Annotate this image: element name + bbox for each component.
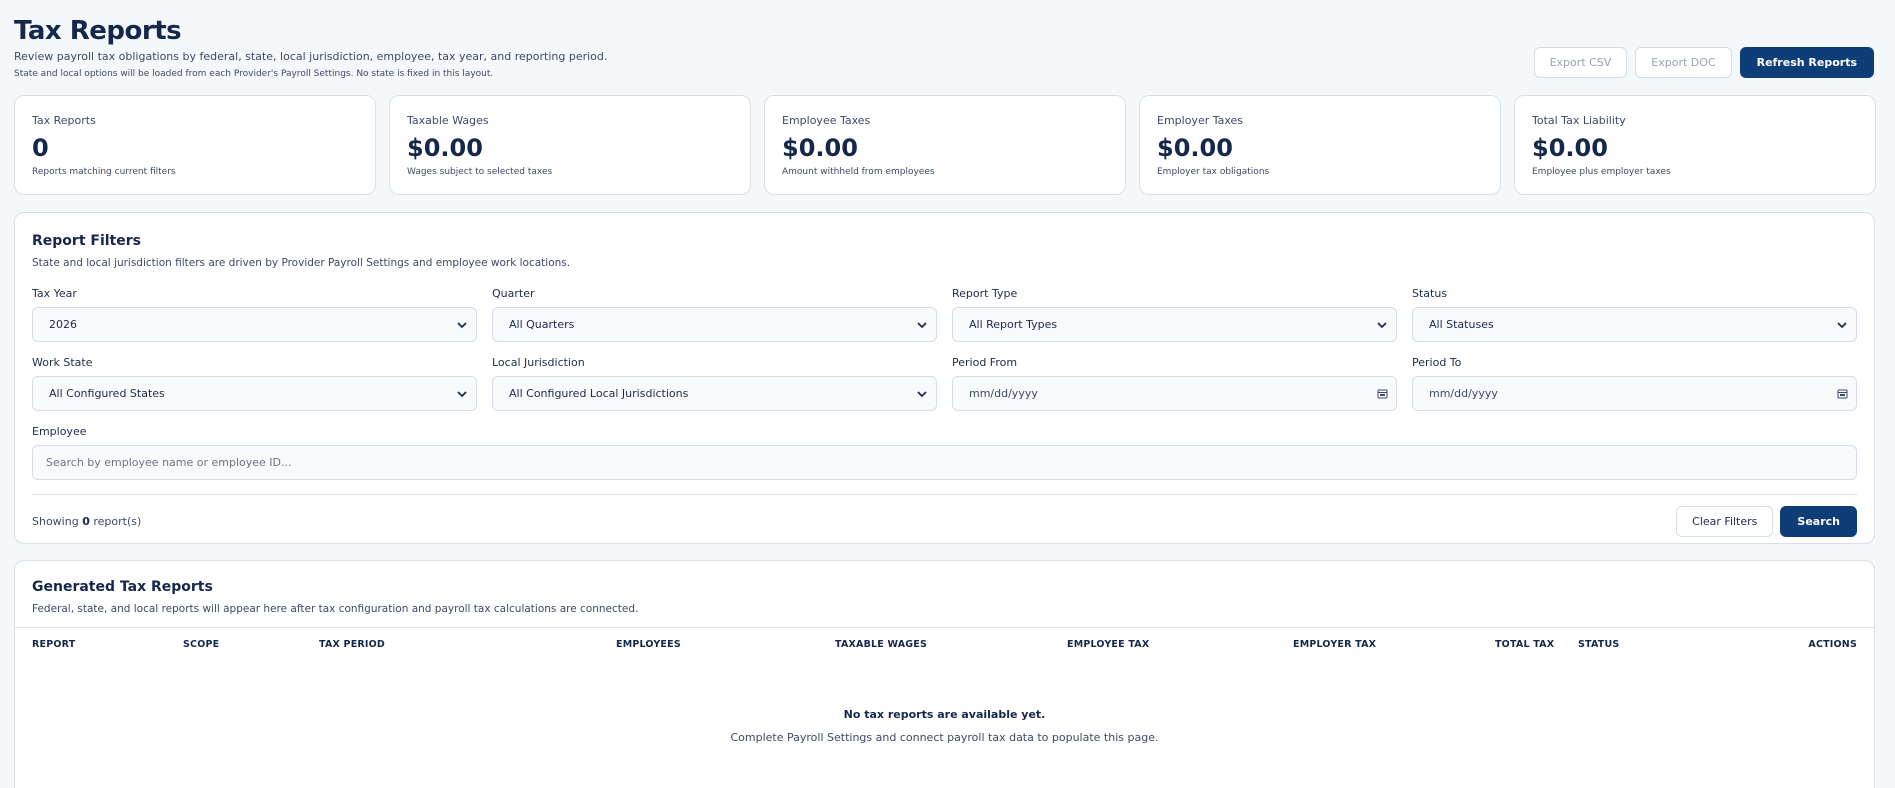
column-header-tax-period: TAX PERIOD xyxy=(319,639,385,650)
divider xyxy=(32,494,1857,495)
column-header-status: STATUS xyxy=(1578,639,1620,650)
stat-card-employer-taxes: Employer Taxes $0.00 Employer tax obliga… xyxy=(1139,95,1501,195)
select-value: All Quarters xyxy=(509,318,575,331)
filter-actions: Clear Filters Search xyxy=(1676,506,1857,537)
export-doc-button[interactable]: Export DOC xyxy=(1635,47,1732,78)
reports-header: Generated Tax Reports Federal, state, an… xyxy=(15,561,1874,628)
stat-label: Employer Taxes xyxy=(1157,114,1244,127)
chevron-down-icon xyxy=(917,321,927,328)
date-placeholder: mm/dd/yyyy xyxy=(969,387,1038,400)
chevron-down-icon xyxy=(1837,321,1847,328)
period-from-input[interactable]: mm/dd/yyyy xyxy=(952,376,1397,411)
empty-state-subtitle: Complete Payroll Settings and connect pa… xyxy=(730,731,1159,744)
stat-label: Total Tax Liability xyxy=(1532,114,1626,127)
date-placeholder: mm/dd/yyyy xyxy=(1429,387,1498,400)
reports-subtitle: Federal, state, and local reports will a… xyxy=(32,603,639,615)
work-state-select[interactable]: All Configured States xyxy=(32,376,477,411)
stat-desc: Employer tax obligations xyxy=(1157,167,1270,177)
stat-label: Taxable Wages xyxy=(407,114,489,127)
column-header-employee-tax: EMPLOYEE TAX xyxy=(1067,639,1150,650)
export-csv-button[interactable]: Export CSV xyxy=(1533,47,1628,78)
stat-value: $0.00 xyxy=(1532,134,1608,162)
showing-prefix: Showing xyxy=(32,515,79,528)
status-select[interactable]: All Statuses xyxy=(1412,307,1857,342)
filters-footer: Showing 0 report(s) Clear Filters Search xyxy=(32,506,1857,537)
chevron-down-icon xyxy=(1377,321,1387,328)
local-jurisdiction-select[interactable]: All Configured Local Jurisdictions xyxy=(492,376,937,411)
chevron-down-icon xyxy=(457,390,467,397)
report-type-select[interactable]: All Report Types xyxy=(952,307,1397,342)
reports-title: Generated Tax Reports xyxy=(32,579,213,595)
column-header-scope: SCOPE xyxy=(183,639,220,650)
tax-year-field: Tax Year 2026 xyxy=(32,287,477,342)
period-from-field: Period From mm/dd/yyyy xyxy=(952,356,1397,411)
field-label: Work State xyxy=(32,356,93,369)
stat-desc: Reports matching current filters xyxy=(32,167,176,177)
column-header-employer-tax: EMPLOYER TAX xyxy=(1293,639,1377,650)
generated-reports-card: Generated Tax Reports Federal, state, an… xyxy=(14,560,1875,788)
select-value: All Statuses xyxy=(1429,318,1494,331)
chevron-down-icon xyxy=(917,390,927,397)
showing-suffix: report(s) xyxy=(93,515,142,528)
filters-subtitle: State and local jurisdiction filters are… xyxy=(32,257,571,269)
status-field: Status All Statuses xyxy=(1412,287,1857,342)
stat-value: $0.00 xyxy=(1157,134,1233,162)
select-value: 2026 xyxy=(49,318,77,331)
stat-card-employee-taxes: Employee Taxes $0.00 Amount withheld fro… xyxy=(764,95,1126,195)
filter-grid: Tax Year 2026 Quarter All Quarters Repor… xyxy=(32,287,1857,411)
page-title: Tax Reports xyxy=(14,16,182,46)
period-to-input[interactable]: mm/dd/yyyy xyxy=(1412,376,1857,411)
calendar-icon[interactable] xyxy=(1377,388,1388,399)
tax-year-select[interactable]: 2026 xyxy=(32,307,477,342)
report-type-field: Report Type All Report Types xyxy=(952,287,1397,342)
select-value: All Configured Local Jurisdictions xyxy=(509,387,689,400)
stat-value: $0.00 xyxy=(782,134,858,162)
stat-card-tax-reports: Tax Reports 0 Reports matching current f… xyxy=(14,95,376,195)
search-button[interactable]: Search xyxy=(1780,506,1857,537)
table-header: REPORT SCOPE TAX PERIOD EMPLOYEES TAXABL… xyxy=(15,628,1874,662)
column-header-actions: ACTIONS xyxy=(1808,639,1857,650)
field-label: Status xyxy=(1412,287,1448,300)
column-header-employees: EMPLOYEES xyxy=(616,639,681,650)
stat-desc: Wages subject to selected taxes xyxy=(407,167,553,177)
field-label: Period To xyxy=(1412,356,1462,369)
column-header-taxable-wages: TAXABLE WAGES xyxy=(835,639,927,650)
filters-title: Report Filters xyxy=(32,233,141,249)
employee-field: Employee xyxy=(32,425,1857,480)
stat-card-total-liability: Total Tax Liability $0.00 Employee plus … xyxy=(1514,95,1876,195)
column-header-report: REPORT xyxy=(32,639,76,650)
clear-filters-button[interactable]: Clear Filters xyxy=(1676,506,1774,537)
report-filters-card: Report Filters State and local jurisdict… xyxy=(14,212,1875,544)
showing-number: 0 xyxy=(82,515,90,528)
field-label: Quarter xyxy=(492,287,535,300)
column-header-total-tax: TOTAL TAX xyxy=(1495,639,1555,650)
field-label: Report Type xyxy=(952,287,1018,300)
chevron-down-icon xyxy=(457,321,467,328)
stat-desc: Employee plus employer taxes xyxy=(1532,167,1671,177)
refresh-reports-button[interactable]: Refresh Reports xyxy=(1739,47,1874,78)
stats-row: Tax Reports 0 Reports matching current f… xyxy=(14,95,1876,195)
stat-label: Tax Reports xyxy=(32,114,96,127)
empty-state-title: No tax reports are available yet. xyxy=(843,708,1046,721)
work-state-field: Work State All Configured States xyxy=(32,356,477,411)
field-label: Employee xyxy=(32,425,87,438)
field-label: Tax Year xyxy=(32,287,77,300)
stat-label: Employee Taxes xyxy=(782,114,871,127)
local-jurisdiction-field: Local Jurisdiction All Configured Local … xyxy=(492,356,937,411)
quarter-select[interactable]: All Quarters xyxy=(492,307,937,342)
stat-value: 0 xyxy=(32,134,49,162)
field-label: Local Jurisdiction xyxy=(492,356,585,369)
employee-search-input[interactable] xyxy=(32,445,1857,480)
stat-value: $0.00 xyxy=(407,134,483,162)
calendar-icon[interactable] xyxy=(1837,388,1848,399)
stat-desc: Amount withheld from employees xyxy=(782,167,935,177)
select-value: All Configured States xyxy=(49,387,165,400)
stat-card-taxable-wages: Taxable Wages $0.00 Wages subject to sel… xyxy=(389,95,751,195)
showing-count: Showing 0 report(s) xyxy=(32,515,141,528)
quarter-field: Quarter All Quarters xyxy=(492,287,937,342)
period-to-field: Period To mm/dd/yyyy xyxy=(1412,356,1857,411)
field-label: Period From xyxy=(952,356,1018,369)
select-value: All Report Types xyxy=(969,318,1058,331)
header-actions: Export CSV Export DOC Refresh Reports xyxy=(1533,47,1874,78)
